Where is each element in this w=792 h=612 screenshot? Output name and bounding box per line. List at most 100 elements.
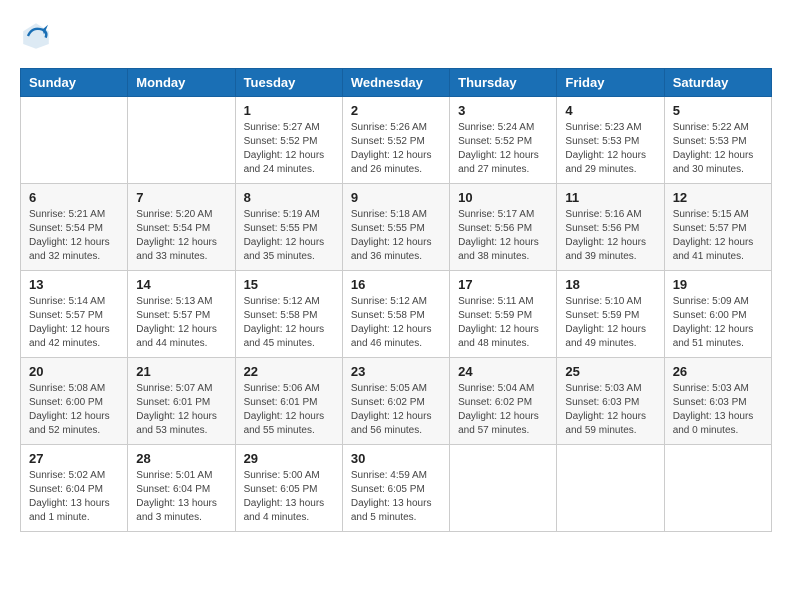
day-number: 22 (244, 364, 334, 379)
calendar-cell: 7 Sunrise: 5:20 AMSunset: 5:54 PMDaylight… (128, 184, 235, 271)
calendar-cell (21, 97, 128, 184)
week-row-4: 20 Sunrise: 5:08 AMSunset: 6:00 PMDayligh… (21, 358, 772, 445)
day-info: Sunrise: 5:17 AMSunset: 5:56 PMDaylight:… (458, 208, 548, 264)
day-number: 30 (351, 451, 441, 466)
day-number: 11 (565, 190, 655, 205)
day-number: 8 (244, 190, 334, 205)
day-info: Sunrise: 5:14 AMSunset: 5:57 PMDaylight:… (29, 295, 119, 351)
day-header-monday: Monday (128, 69, 235, 97)
calendar-cell: 11 Sunrise: 5:16 AMSunset: 5:56 PMDayligh… (557, 184, 664, 271)
calendar-cell (557, 445, 664, 532)
day-info: Sunrise: 5:24 AMSunset: 5:52 PMDaylight:… (458, 121, 548, 177)
day-info: Sunrise: 5:01 AMSunset: 6:04 PMDaylight:… (136, 469, 226, 525)
calendar-cell: 26 Sunrise: 5:03 AMSunset: 6:03 PMDayligh… (664, 358, 771, 445)
day-number: 10 (458, 190, 548, 205)
day-info: Sunrise: 5:04 AMSunset: 6:02 PMDaylight:… (458, 382, 548, 438)
day-info: Sunrise: 5:20 AMSunset: 5:54 PMDaylight:… (136, 208, 226, 264)
day-number: 23 (351, 364, 441, 379)
day-number: 29 (244, 451, 334, 466)
day-header-saturday: Saturday (664, 69, 771, 97)
day-info: Sunrise: 5:05 AMSunset: 6:02 PMDaylight:… (351, 382, 441, 438)
calendar-cell: 3Sunrise: 5:24 AMSunset: 5:52 PMDaylight… (450, 97, 557, 184)
day-number: 9 (351, 190, 441, 205)
calendar-cell: 1 Sunrise: 5:27 AMSunset: 5:52 PMDaylight… (235, 97, 342, 184)
day-info: Sunrise: 5:16 AMSunset: 5:56 PMDaylight:… (565, 208, 655, 264)
calendar-cell: 30 Sunrise: 4:59 AMSunset: 6:05 PMDayligh… (342, 445, 449, 532)
week-row-5: 27Sunrise: 5:02 AMSunset: 6:04 PMDayligh… (21, 445, 772, 532)
day-info: Sunrise: 5:15 AMSunset: 5:57 PMDaylight:… (673, 208, 763, 264)
day-info: Sunrise: 5:13 AMSunset: 5:57 PMDaylight:… (136, 295, 226, 351)
calendar-cell: 21 Sunrise: 5:07 AMSunset: 6:01 PMDayligh… (128, 358, 235, 445)
day-number: 16 (351, 277, 441, 292)
day-number: 24 (458, 364, 548, 379)
day-number: 28 (136, 451, 226, 466)
calendar-cell (450, 445, 557, 532)
day-number: 21 (136, 364, 226, 379)
calendar-cell: 15 Sunrise: 5:12 AMSunset: 5:58 PMDayligh… (235, 271, 342, 358)
calendar-cell: 17Sunrise: 5:11 AMSunset: 5:59 PMDayligh… (450, 271, 557, 358)
calendar-table: SundayMondayTuesdayWednesdayThursdayFrid… (20, 68, 772, 532)
day-info: Sunrise: 5:10 AMSunset: 5:59 PMDaylight:… (565, 295, 655, 351)
day-number: 18 (565, 277, 655, 292)
week-row-1: 1 Sunrise: 5:27 AMSunset: 5:52 PMDaylight… (21, 97, 772, 184)
calendar-cell (128, 97, 235, 184)
calendar-cell (664, 445, 771, 532)
day-info: Sunrise: 5:26 AMSunset: 5:52 PMDaylight:… (351, 121, 441, 177)
calendar-cell: 12 Sunrise: 5:15 AMSunset: 5:57 PMDayligh… (664, 184, 771, 271)
day-info: Sunrise: 5:27 AMSunset: 5:52 PMDaylight:… (244, 121, 334, 177)
day-info: Sunrise: 5:21 AMSunset: 5:54 PMDaylight:… (29, 208, 119, 264)
day-header-sunday: Sunday (21, 69, 128, 97)
day-number: 1 (244, 103, 334, 118)
calendar-cell: 9Sunrise: 5:18 AMSunset: 5:55 PMDaylight… (342, 184, 449, 271)
day-number: 12 (673, 190, 763, 205)
day-info: Sunrise: 4:59 AMSunset: 6:05 PMDaylight:… (351, 469, 441, 525)
calendar-cell: 20 Sunrise: 5:08 AMSunset: 6:00 PMDayligh… (21, 358, 128, 445)
day-info: Sunrise: 5:08 AMSunset: 6:00 PMDaylight:… (29, 382, 119, 438)
day-number: 14 (136, 277, 226, 292)
calendar-cell: 14 Sunrise: 5:13 AMSunset: 5:57 PMDayligh… (128, 271, 235, 358)
calendar-cell: 24 Sunrise: 5:04 AMSunset: 6:02 PMDayligh… (450, 358, 557, 445)
calendar-cell: 27Sunrise: 5:02 AMSunset: 6:04 PMDayligh… (21, 445, 128, 532)
calendar-cell: 13 Sunrise: 5:14 AMSunset: 5:57 PMDayligh… (21, 271, 128, 358)
day-info: Sunrise: 5:12 AMSunset: 5:58 PMDaylight:… (244, 295, 334, 351)
logo (20, 20, 56, 52)
day-info: Sunrise: 5:22 AMSunset: 5:53 PMDaylight:… (673, 121, 763, 177)
day-info: Sunrise: 5:00 AMSunset: 6:05 PMDaylight:… (244, 469, 334, 525)
day-header-friday: Friday (557, 69, 664, 97)
calendar-cell: 5 Sunrise: 5:22 AMSunset: 5:53 PMDaylight… (664, 97, 771, 184)
day-info: Sunrise: 5:23 AMSunset: 5:53 PMDaylight:… (565, 121, 655, 177)
calendar-cell: 28 Sunrise: 5:01 AMSunset: 6:04 PMDayligh… (128, 445, 235, 532)
day-number: 26 (673, 364, 763, 379)
day-number: 2 (351, 103, 441, 118)
header (20, 20, 772, 52)
day-number: 4 (565, 103, 655, 118)
day-number: 13 (29, 277, 119, 292)
day-info: Sunrise: 5:02 AMSunset: 6:04 PMDaylight:… (29, 469, 119, 525)
day-header-wednesday: Wednesday (342, 69, 449, 97)
week-row-2: 6Sunrise: 5:21 AMSunset: 5:54 PMDaylight… (21, 184, 772, 271)
calendar-cell: 2 Sunrise: 5:26 AMSunset: 5:52 PMDaylight… (342, 97, 449, 184)
day-number: 5 (673, 103, 763, 118)
day-number: 15 (244, 277, 334, 292)
day-number: 20 (29, 364, 119, 379)
calendar-cell: 25Sunrise: 5:03 AMSunset: 6:03 PMDayligh… (557, 358, 664, 445)
day-number: 19 (673, 277, 763, 292)
day-info: Sunrise: 5:07 AMSunset: 6:01 PMDaylight:… (136, 382, 226, 438)
calendar-cell: 10 Sunrise: 5:17 AMSunset: 5:56 PMDayligh… (450, 184, 557, 271)
day-info: Sunrise: 5:09 AMSunset: 6:00 PMDaylight:… (673, 295, 763, 351)
calendar-cell: 6Sunrise: 5:21 AMSunset: 5:54 PMDaylight… (21, 184, 128, 271)
day-header-thursday: Thursday (450, 69, 557, 97)
logo-icon (20, 20, 52, 52)
calendar-header-row: SundayMondayTuesdayWednesdayThursdayFrid… (21, 69, 772, 97)
calendar-cell: 23 Sunrise: 5:05 AMSunset: 6:02 PMDayligh… (342, 358, 449, 445)
calendar-cell: 29 Sunrise: 5:00 AMSunset: 6:05 PMDayligh… (235, 445, 342, 532)
day-info: Sunrise: 5:03 AMSunset: 6:03 PMDaylight:… (565, 382, 655, 438)
calendar-cell: 18 Sunrise: 5:10 AMSunset: 5:59 PMDayligh… (557, 271, 664, 358)
day-number: 7 (136, 190, 226, 205)
day-info: Sunrise: 5:11 AMSunset: 5:59 PMDaylight:… (458, 295, 548, 351)
calendar-cell: 8Sunrise: 5:19 AMSunset: 5:55 PMDaylight… (235, 184, 342, 271)
day-info: Sunrise: 5:06 AMSunset: 6:01 PMDaylight:… (244, 382, 334, 438)
day-info: Sunrise: 5:03 AMSunset: 6:03 PMDaylight:… (673, 382, 763, 438)
day-header-tuesday: Tuesday (235, 69, 342, 97)
calendar-cell: 4 Sunrise: 5:23 AMSunset: 5:53 PMDaylight… (557, 97, 664, 184)
